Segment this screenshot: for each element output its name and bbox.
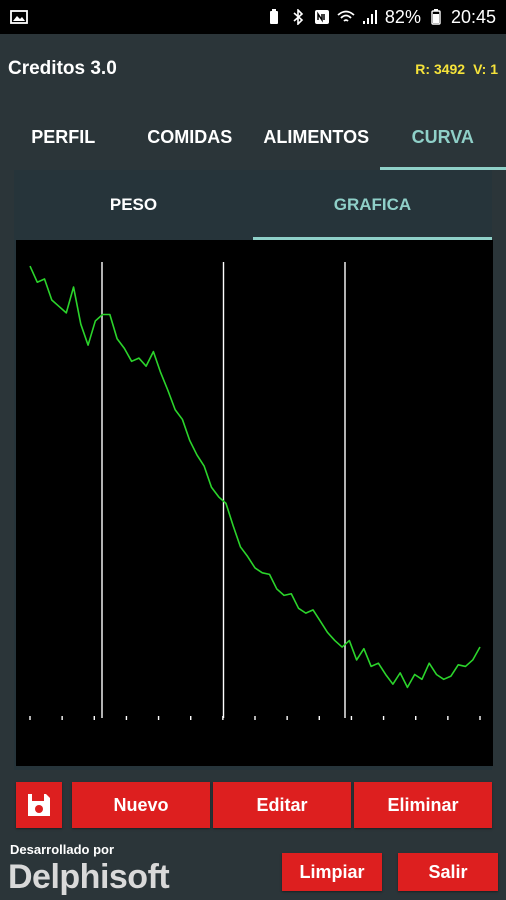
brand-logo: Delphisoft <box>8 858 170 896</box>
floppy-disk-icon <box>28 794 50 816</box>
salir-button[interactable]: Salir <box>398 853 498 891</box>
status-bar: 82% 20:45 <box>0 0 506 34</box>
app-bar: Creditos 3.0 R: 3492 V: 1 <box>0 34 506 104</box>
sub-tabs: PESO GRAFICA <box>14 170 492 240</box>
curve-panel: PESO GRAFICA <box>14 170 493 770</box>
subtab-peso-label: PESO <box>109 195 158 214</box>
gallery-icon <box>10 9 28 25</box>
action-bar: Nuevo Editar Eliminar <box>0 782 506 830</box>
v-label: V: 1 <box>473 61 498 77</box>
nfc-icon <box>313 9 331 25</box>
tab-curva[interactable]: CURVA <box>379 104 506 170</box>
save-button[interactable] <box>16 782 62 828</box>
developed-by-label: Desarrollado por <box>10 842 115 857</box>
bluetooth-icon <box>289 9 307 25</box>
tab-curva-label: CURVA <box>411 126 474 147</box>
eliminar-button[interactable]: Eliminar <box>354 782 492 828</box>
weight-series-line <box>29 265 481 689</box>
signal-icon <box>361 9 379 25</box>
footer: Desarrollado por Delphisoft Limpiar Sali… <box>0 838 506 900</box>
nuevo-button[interactable]: Nuevo <box>72 782 210 828</box>
editar-button[interactable]: Editar <box>213 782 351 828</box>
main-tabs: PERFIL COMIDAS ALIMENTOS CURVA <box>0 104 506 170</box>
app-title: Creditos 3.0 <box>8 58 117 79</box>
tab-perfil-label: PERFIL <box>31 126 96 147</box>
tab-perfil[interactable]: PERFIL <box>0 104 127 170</box>
wifi-icon <box>337 9 355 25</box>
tab-comidas-label: COMIDAS <box>147 126 233 147</box>
battery-percent: 82% <box>384 6 421 27</box>
limpiar-button[interactable]: Limpiar <box>282 853 382 891</box>
battery-icon <box>427 9 445 25</box>
weight-chart <box>16 240 493 766</box>
version-info: R: 3492 V: 1 <box>415 61 498 77</box>
tab-alimentos-label: ALIMENTOS <box>263 126 370 147</box>
subtab-peso[interactable]: PESO <box>14 170 253 240</box>
subtab-grafica-label: GRAFICA <box>333 195 412 214</box>
clock: 20:45 <box>450 6 496 27</box>
battery-saver-icon <box>265 9 283 25</box>
weight-chart-svg <box>29 262 481 720</box>
tab-alimentos[interactable]: ALIMENTOS <box>253 104 380 170</box>
r-label: R: 3492 <box>415 61 466 77</box>
tab-comidas[interactable]: COMIDAS <box>127 104 254 170</box>
subtab-grafica[interactable]: GRAFICA <box>253 170 492 240</box>
